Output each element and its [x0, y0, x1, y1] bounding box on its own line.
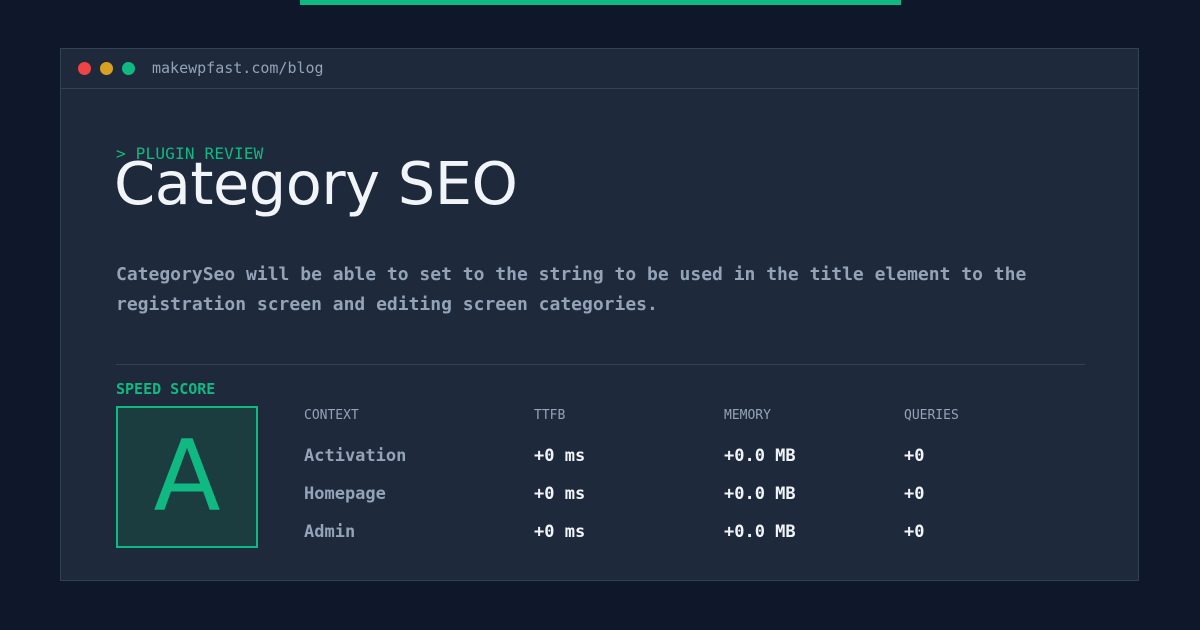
table-row-activation-context: Activation	[304, 446, 407, 466]
table-row-admin-context: Admin	[304, 522, 356, 542]
column-header-memory: MEMORY	[724, 408, 771, 423]
table-row-homepage-memory: +0.0 MB	[724, 484, 796, 504]
table-row-activation-ttfb: +0 ms	[534, 446, 586, 466]
column-header-queries: QUERIES	[904, 408, 959, 423]
maximize-dot[interactable]	[122, 62, 135, 75]
window-titlebar: makewpfast.com/blog	[61, 49, 1138, 89]
table-row-admin-memory: +0.0 MB	[724, 522, 796, 542]
table-row-homepage-context: Homepage	[304, 484, 386, 504]
plugin-description: CategorySeo will be able to set to the s…	[116, 264, 1027, 315]
section-divider	[116, 364, 1085, 365]
url-text: makewpfast.com/blog	[152, 59, 324, 77]
grade-box: A	[116, 406, 258, 548]
table-row-activation-memory: +0.0 MB	[724, 446, 796, 466]
speed-score-label: SPEED SCORE	[116, 380, 216, 398]
minimize-dot[interactable]	[100, 62, 113, 75]
table-row-admin-queries: +0	[904, 522, 925, 542]
top-accent-bar	[300, 0, 901, 5]
table-row-homepage-ttfb: +0 ms	[534, 484, 586, 504]
close-dot[interactable]	[78, 62, 91, 75]
page-title: Category SEO	[114, 149, 518, 218]
table-row-admin-ttfb: +0 ms	[534, 522, 586, 542]
table-row-activation-queries: +0	[904, 446, 925, 466]
column-header-context: CONTEXT	[304, 408, 359, 423]
grade-letter: A	[153, 420, 221, 534]
browser-window: makewpfast.com/blog > PLUGIN REVIEW Cate…	[60, 48, 1139, 581]
table-row-homepage-queries: +0	[904, 484, 925, 504]
column-header-ttfb: TTFB	[534, 408, 566, 423]
